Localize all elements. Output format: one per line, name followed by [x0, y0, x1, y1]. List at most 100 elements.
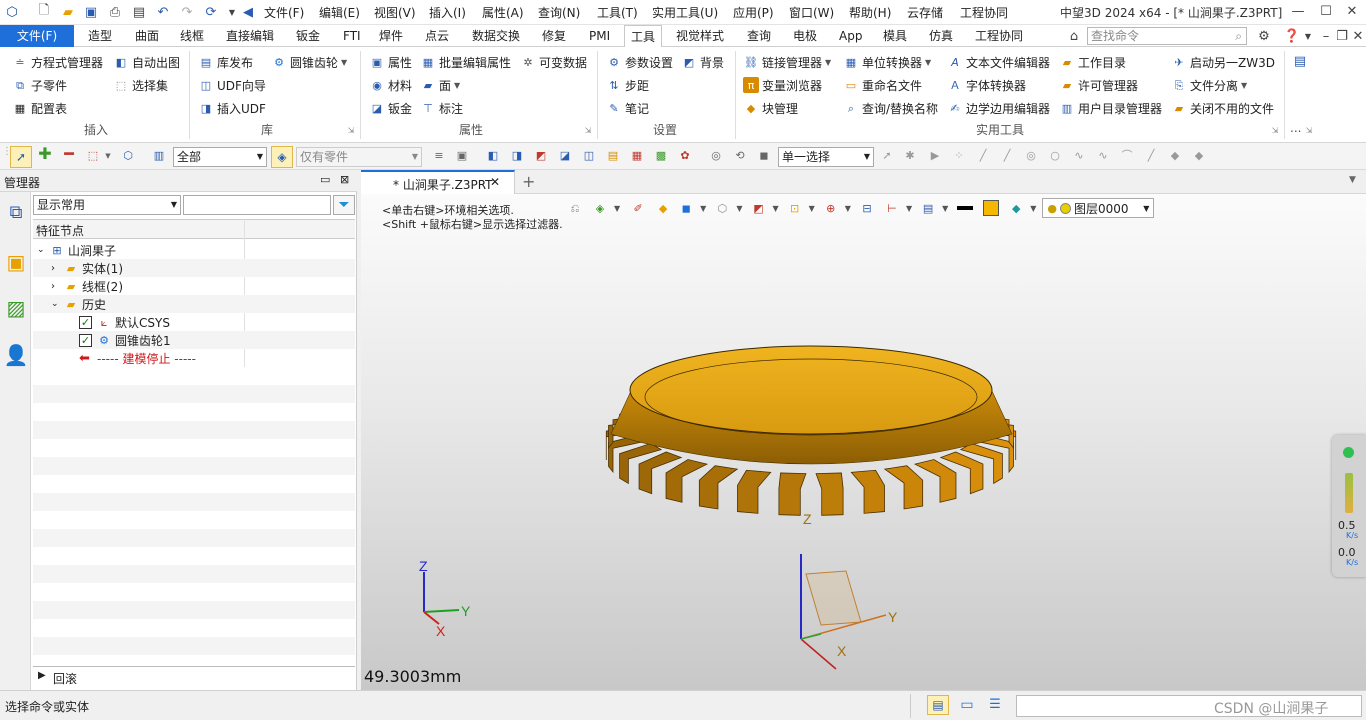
search-icon[interactable]: ⌕	[1235, 28, 1242, 44]
tree-row-modeling-stop[interactable]: ⬅ ----- 建模停止 -----	[33, 349, 355, 367]
monitor-icon[interactable]: ▭	[958, 695, 976, 715]
filter-tool-icon[interactable]: ≡	[432, 149, 446, 163]
undo-icon[interactable]: ↶	[155, 4, 171, 20]
network-monitor-widget[interactable]: 0.5 K/s 0.0 K/s	[1332, 435, 1366, 577]
dialog-launcher-icon[interactable]: ⇲	[583, 125, 593, 135]
menu-edit[interactable]: 编辑(E)	[319, 4, 360, 21]
close-icon[interactable]: ✕	[1344, 3, 1360, 19]
pick-icon[interactable]: ✱	[903, 149, 917, 163]
dialog-launcher-icon[interactable]: ⇲	[346, 125, 356, 135]
menu-utilities[interactable]: 实用工具(U)	[652, 4, 718, 21]
tab-tools[interactable]: 工具	[624, 25, 663, 48]
tab-fti[interactable]: FTI	[337, 25, 367, 47]
menu-insert[interactable]: 插入(I)	[429, 4, 466, 21]
tab-mold[interactable]: 模具	[877, 25, 913, 47]
pick-face-icon[interactable]: ◆	[1168, 149, 1182, 163]
tab-sheetmetal[interactable]: 钣金	[290, 25, 326, 47]
menu-apps[interactable]: 应用(P)	[733, 4, 774, 21]
maximize-icon[interactable]: ☐	[1318, 3, 1334, 19]
list-view-icon[interactable]: ☰	[986, 695, 1004, 715]
tab-query[interactable]: 查询	[741, 25, 777, 47]
tab-modeling[interactable]: 造型	[82, 25, 118, 47]
open-folder-icon[interactable]: ▰	[60, 4, 76, 20]
pick-icon[interactable]: ➚	[880, 149, 894, 163]
filter-tool-icon[interactable]: ◫	[582, 149, 596, 163]
variable-browser-button[interactable]: π 变量浏览器	[743, 75, 822, 95]
tab-wireframe[interactable]: 线框	[174, 25, 210, 47]
config-table-button[interactable]: ▦ 配置表	[12, 98, 67, 118]
menu-view[interactable]: 视图(V)	[374, 4, 416, 21]
extra-tool-icon[interactable]: ▤	[1292, 53, 1308, 69]
equation-manager-button[interactable]: ≐ 方程式管理器	[12, 52, 103, 72]
tab-app[interactable]: App	[833, 25, 868, 47]
save-icon[interactable]: ▣	[83, 4, 99, 20]
insert-udf-button[interactable]: ◨ 插入UDF	[198, 98, 266, 118]
filter-tool-icon[interactable]: ▣	[455, 149, 469, 163]
tab-pointcloud[interactable]: 点云	[419, 25, 455, 47]
display-filter-select[interactable]: 显示常用 ▼	[33, 195, 181, 215]
tab-simulation[interactable]: 仿真	[923, 25, 959, 47]
home-icon[interactable]: ⌂	[1066, 28, 1082, 44]
tab-repair[interactable]: 修复	[536, 25, 572, 47]
filter-tool-icon[interactable]: ◎	[709, 149, 723, 163]
rename-file-button[interactable]: ▭ 重命名文件	[843, 75, 922, 95]
box-select-icon[interactable]: ⬚	[86, 149, 100, 163]
new-tab-plus-icon[interactable]: +	[522, 172, 535, 191]
chevron-down-icon[interactable]: ▼	[925, 58, 931, 67]
selection-mode-select[interactable]: 单一选择 ▼	[778, 147, 874, 167]
chevron-down-icon[interactable]: ▼	[341, 58, 347, 67]
sheetmetal-attr-button[interactable]: ◪ 钣金	[369, 98, 412, 118]
library-publish-button[interactable]: ▤ 库发布	[198, 52, 253, 72]
filter-tool-icon[interactable]: ◩	[534, 149, 548, 163]
tab-close-icon[interactable]: ✕	[490, 175, 500, 189]
pick-line-icon[interactable]: ╱	[1000, 149, 1014, 163]
menu-file[interactable]: 文件(F)	[264, 4, 304, 21]
text-file-editor-button[interactable]: A 文本文件编辑器	[947, 52, 1050, 72]
file-split-button[interactable]: ⎘ 文件分离 ▼	[1171, 75, 1248, 95]
working-directory-button[interactable]: ▰ 工作目录	[1059, 52, 1126, 72]
add-icon[interactable]: ✚	[38, 146, 52, 162]
doc-close-icon[interactable]: ✕	[1350, 28, 1366, 44]
help-icon[interactable]: ❓	[1284, 28, 1300, 44]
background-button[interactable]: ◩ 背景	[681, 52, 724, 72]
remove-icon[interactable]: ━	[62, 146, 76, 162]
filter-tool-icon[interactable]: ▩	[654, 149, 668, 163]
select-pointer-icon[interactable]: ➚	[10, 146, 32, 168]
pick-icon[interactable]: ⁘	[952, 149, 966, 163]
part-filter-icon[interactable]: ◈	[271, 146, 293, 168]
grid-toggle-icon[interactable]: ▤	[927, 695, 949, 715]
menu-help[interactable]: 帮助(H)	[849, 4, 891, 21]
tab-pmi[interactable]: PMI	[583, 25, 616, 47]
image-library-icon[interactable]: ▨	[3, 296, 29, 322]
pick-icon[interactable]: ▶	[928, 149, 942, 163]
menu-query[interactable]: 查询(N)	[538, 4, 580, 21]
filter-tool-icon[interactable]: ◨	[510, 149, 524, 163]
tab-file[interactable]: 文件(F)	[0, 25, 74, 47]
part-view-icon[interactable]: ▣	[3, 250, 29, 276]
save-all-icon[interactable]: ▤	[131, 4, 147, 20]
visibility-checkbox[interactable]: ✓	[79, 333, 92, 347]
tab-surface[interactable]: 曲面	[129, 25, 165, 47]
tree-row-history[interactable]: ⌄ ▰ 历史	[33, 295, 355, 313]
chevron-down-icon[interactable]: ▼	[1241, 81, 1247, 90]
menu-attributes[interactable]: 属性(A)	[482, 4, 524, 21]
attributes-button[interactable]: ▣ 属性	[369, 52, 412, 72]
tab-list-dropdown-icon[interactable]: ▼	[1349, 175, 1356, 185]
filter-funnel-icon[interactable]: ⏷	[333, 195, 355, 215]
pick-arc-icon[interactable]: ⌒	[1120, 149, 1134, 163]
chevron-right-icon[interactable]: ▶	[38, 670, 46, 681]
user-icon[interactable]: 👤	[3, 343, 29, 369]
filter-tool-icon[interactable]: ▤	[606, 149, 620, 163]
panel-close-icon[interactable]: ⊠	[340, 173, 349, 186]
chevron-down-icon[interactable]: ▼	[101, 149, 115, 163]
chevron-right-icon[interactable]: ›	[51, 281, 63, 292]
history-tree-icon[interactable]: ⧉	[3, 202, 29, 228]
menu-collab[interactable]: 工程协同	[960, 4, 1008, 21]
pick-line-icon[interactable]: ╱	[976, 149, 990, 163]
tab-electrode[interactable]: 电极	[787, 25, 823, 47]
user-directory-manager-button[interactable]: ▥ 用户目录管理器	[1059, 98, 1162, 118]
doc-restore-icon[interactable]: ❐	[1334, 28, 1350, 44]
filter-tool-icon[interactable]: ▦	[630, 149, 644, 163]
pick-curve-icon[interactable]: ∿	[1096, 149, 1110, 163]
filter-list-icon[interactable]: ▥	[152, 149, 166, 163]
